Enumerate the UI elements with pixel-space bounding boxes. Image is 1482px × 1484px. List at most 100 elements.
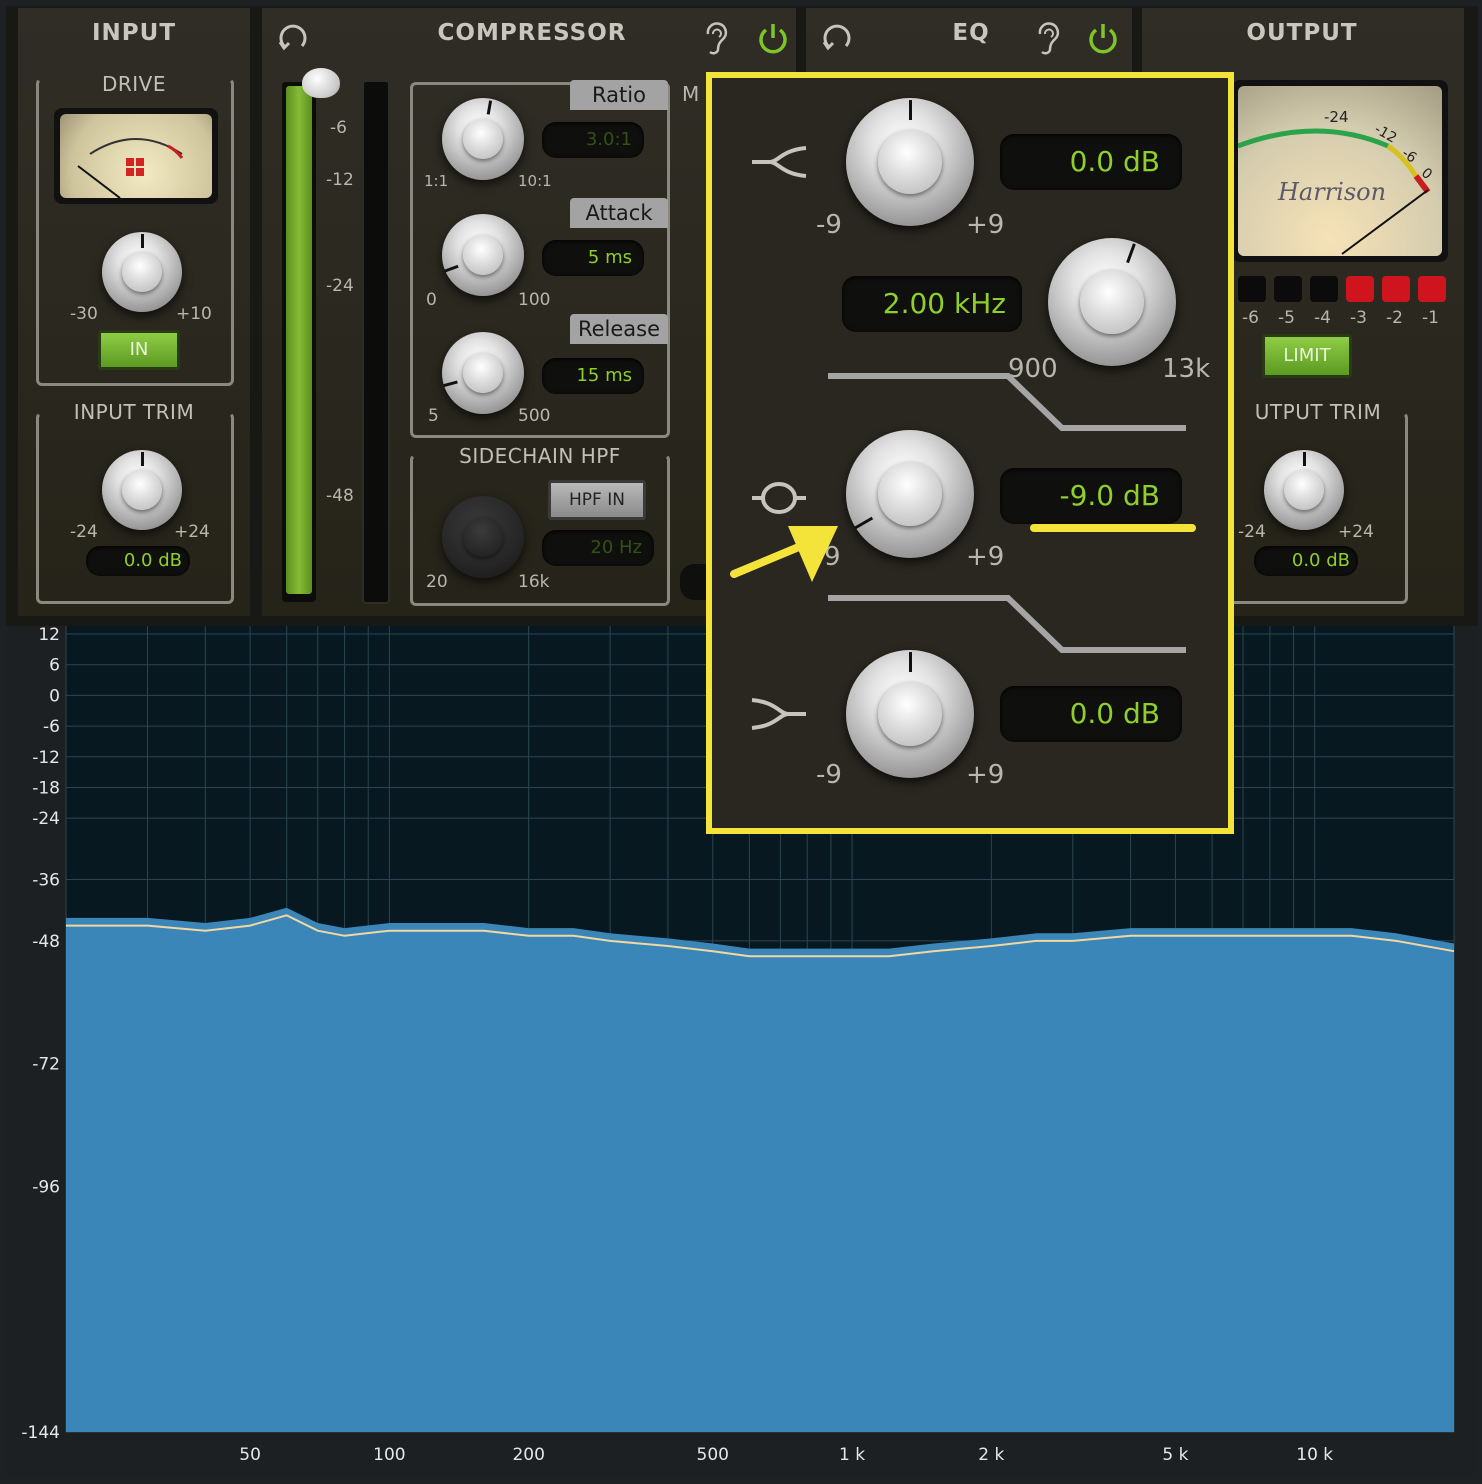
low-shelf-icon (751, 698, 806, 730)
output-trim-display: 0.0 dB (1254, 546, 1358, 576)
low-gain-knob[interactable] (846, 650, 974, 778)
high-shelf-icon (752, 146, 807, 178)
y-tick-label: -48 (32, 932, 60, 952)
compressor-power-icon[interactable] (756, 20, 790, 54)
led-4 (1310, 276, 1338, 302)
harrison-logo: Harrison (1278, 178, 1387, 206)
ratio-label: Ratio (570, 80, 668, 110)
low-gain-min: -9 (816, 760, 842, 790)
input-trim-display: 0.0 dB (86, 546, 190, 576)
output-vu-meter: -24 -12 -6 0 Harrison (1232, 80, 1448, 262)
ratio-display: 3.0:1 (542, 122, 644, 158)
led-label-2: -2 (1386, 308, 1403, 328)
y-tick-label: -24 (32, 809, 60, 829)
drive-in-button[interactable]: IN (98, 330, 180, 370)
input-trim-label: INPUT TRIM (73, 400, 195, 424)
mid-gain-max: +9 (966, 542, 1005, 572)
attack-display: 5 ms (542, 240, 644, 276)
x-tick-label: 200 (512, 1445, 544, 1465)
mid-gain-knob[interactable] (846, 430, 974, 558)
input-trim-min: -24 (70, 522, 98, 542)
mid-gain-display: -9.0 dB (1000, 468, 1182, 524)
high-gain-knob[interactable] (846, 98, 974, 226)
attack-max: 100 (518, 290, 551, 310)
led-1 (1418, 276, 1446, 302)
output-title: OUTPUT (1246, 20, 1358, 46)
threshold-fader-handle[interactable] (302, 68, 340, 98)
mid-frequency-display: 2.00 kHz (842, 276, 1022, 332)
ratio-knob[interactable] (442, 98, 524, 180)
input-level-bar (286, 86, 312, 594)
x-tick-label: 2 k (978, 1445, 1004, 1465)
mid-frequency-knob[interactable] (1048, 238, 1176, 366)
x-tick-label: 500 (697, 1445, 729, 1465)
led-5 (1274, 276, 1302, 302)
x-tick-label: 50 (239, 1445, 261, 1465)
threshold-fader-track[interactable] (282, 82, 316, 602)
eq-divider-upper (828, 373, 1186, 431)
led-label-5: -5 (1278, 308, 1295, 328)
annotation-arrow-icon (730, 526, 838, 582)
sidechain-label: SIDECHAIN HPF (459, 444, 621, 468)
output-trim-max: +24 (1338, 522, 1374, 542)
gain-reduction-meter (362, 80, 390, 604)
y-tick-label: -36 (32, 871, 60, 891)
input-title: INPUT (91, 20, 177, 46)
y-tick-label: -6 (43, 717, 60, 737)
drive-knob[interactable] (102, 232, 182, 312)
y-tick-label: 0 (49, 686, 60, 706)
drive-label: DRIVE (101, 72, 166, 96)
x-tick-label: 1 k (839, 1445, 865, 1465)
drive-vu-meter (54, 108, 218, 204)
annotation-underline (1030, 524, 1196, 532)
led-label-4: -4 (1314, 308, 1331, 328)
y-tick-label: -18 (32, 778, 60, 798)
eq-reset-icon[interactable] (820, 20, 854, 54)
limit-button[interactable]: LIMIT (1262, 334, 1352, 378)
drive-vu-face (77, 138, 184, 198)
y-tick-label: -72 (32, 1055, 60, 1075)
led-6 (1238, 276, 1266, 302)
output-trim-knob[interactable] (1264, 450, 1344, 530)
eq-highlight-box: 0.0 dB -9 +9 2.00 kHz 900 13k -9.0 dB 9 … (706, 72, 1234, 834)
low-gain-max: +9 (966, 760, 1005, 790)
attack-min: 0 (426, 290, 437, 310)
input-trim-max: +24 (174, 522, 210, 542)
high-gain-display: 0.0 dB (1000, 134, 1182, 190)
output-trim-min: -24 (1238, 522, 1266, 542)
high-gain-min: -9 (816, 210, 842, 240)
spectrum-fill (66, 907, 1454, 1432)
reset-icon[interactable] (276, 20, 310, 54)
x-tick-label: 10 k (1296, 1445, 1333, 1465)
hpf-max: 16k (518, 572, 550, 592)
hpf-in-button[interactable]: HPF IN (548, 480, 646, 520)
led-label-1: -1 (1422, 308, 1439, 328)
eq-listen-ear-icon[interactable] (1034, 20, 1062, 58)
led-3 (1346, 276, 1374, 302)
drive-min: -30 (70, 304, 98, 324)
listen-ear-icon[interactable] (702, 20, 730, 58)
release-knob[interactable] (442, 332, 524, 414)
output-trim-label: UTPUT TRIM (1254, 400, 1382, 424)
hpf-min: 20 (426, 572, 448, 592)
makeup-label-partial: M (682, 82, 700, 106)
release-display: 15 ms (542, 358, 644, 394)
low-gain-display: 0.0 dB (1000, 686, 1182, 742)
hpf-knob[interactable] (442, 496, 524, 578)
y-tick-label: 12 (38, 626, 60, 645)
y-tick-label: -12 (32, 748, 60, 768)
mid-bell-icon (752, 482, 806, 514)
led-label-6: -6 (1242, 308, 1259, 328)
attack-knob[interactable] (442, 214, 524, 296)
hpf-display: 20 Hz (542, 530, 654, 566)
eq-title: EQ (952, 20, 990, 46)
compressor-title: COMPRESSOR (437, 20, 627, 46)
output-led-row (1238, 276, 1448, 302)
ratio-min: 1:1 (424, 172, 449, 190)
release-label: Release (570, 314, 668, 344)
eq-power-icon[interactable] (1086, 20, 1120, 54)
input-trim-knob[interactable] (102, 450, 182, 530)
y-tick-label: -96 (32, 1177, 60, 1197)
y-tick-label: -144 (21, 1423, 60, 1443)
release-max: 500 (518, 406, 551, 426)
